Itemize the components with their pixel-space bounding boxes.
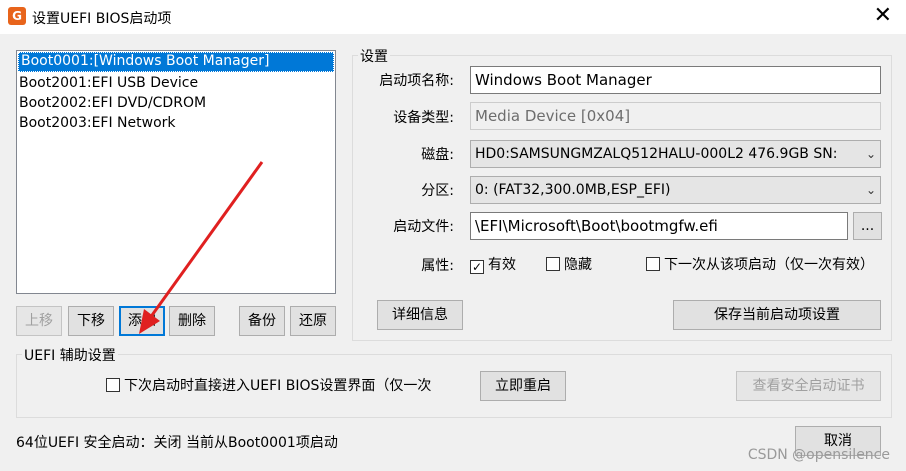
dialog-body: Boot0001:[Windows Boot Manager] Boot2001… (0, 34, 906, 471)
valid-checkbox-label: 有效 (488, 257, 516, 273)
enter-bios-checkbox[interactable]: 下次启动时直接进入UEFI BIOS设置界面（仅一次 (106, 376, 431, 396)
title-bar: G 设置UEFI BIOS启动项 ✕ (0, 0, 906, 34)
chevron-down-icon: ⌄ (865, 147, 876, 161)
delete-button[interactable]: 删除 (169, 306, 215, 336)
checkmark-icon: ✓ (470, 260, 484, 274)
move-up-button[interactable]: 上移 (16, 306, 62, 336)
add-button[interactable]: 添加 (119, 306, 165, 336)
browse-button[interactable]: ... (853, 212, 882, 240)
boot-file-label: 启动文件: (393, 219, 454, 235)
boot-name-label: 启动项名称: (379, 73, 454, 89)
device-type-field: Media Device [0x04] (470, 102, 881, 130)
restore-button[interactable]: 还原 (290, 306, 336, 336)
watermark: CSDN @opensilence (747, 447, 890, 463)
boot-entry-item[interactable]: Boot0001:[Windows Boot Manager] (18, 52, 334, 72)
disk-select-value: HD0:SAMSUNGMZALQ512HALU-000L2 476.9GB SN… (475, 146, 838, 162)
boot-entry-item[interactable]: Boot2003:EFI Network (17, 113, 335, 133)
details-button[interactable]: 详细信息 (377, 300, 463, 330)
status-text: 64位UEFI 安全启动：关闭 当前从Boot0001项启动 (16, 435, 338, 451)
attributes-label: 属性: (421, 258, 454, 274)
disk-select[interactable]: HD0:SAMSUNGMZALQ512HALU-000L2 476.9GB SN… (470, 140, 881, 168)
save-boot-entry-button[interactable]: 保存当前启动项设置 (673, 300, 881, 330)
disk-label: 磁盘: (421, 147, 454, 163)
move-down-button[interactable]: 下移 (68, 306, 114, 336)
uefi-aux-group-title: UEFI 辅助设置 (22, 345, 118, 365)
hidden-checkbox-label: 隐藏 (564, 257, 592, 273)
boot-entry-list[interactable]: Boot0001:[Windows Boot Manager] Boot2001… (16, 50, 336, 294)
boot-file-input[interactable]: \EFI\Microsoft\Boot\bootmgfw.efi (470, 212, 848, 240)
window-title: 设置UEFI BIOS启动项 (32, 11, 172, 27)
next-boot-once-label: 下一次从该项启动（仅一次有效） (664, 257, 874, 273)
valid-checkbox[interactable]: ✓ 有效 (470, 255, 516, 275)
close-icon[interactable]: ✕ (874, 4, 892, 28)
device-type-label: 设备类型: (393, 110, 454, 126)
partition-label: 分区: (421, 183, 454, 199)
settings-group-title: 设置 (358, 46, 390, 66)
view-secure-boot-cert-button[interactable]: 查看安全启动证书 (736, 371, 881, 401)
boot-entry-item[interactable]: Boot2002:EFI DVD/CDROM (17, 93, 335, 113)
backup-button[interactable]: 备份 (239, 306, 285, 336)
boot-name-input[interactable]: Windows Boot Manager (470, 66, 881, 94)
partition-select-value: 0: (FAT32,300.0MB,ESP_EFI) (475, 182, 671, 198)
hidden-checkbox[interactable]: 隐藏 (546, 255, 592, 275)
chevron-down-icon: ⌄ (865, 183, 876, 197)
partition-select[interactable]: 0: (FAT32,300.0MB,ESP_EFI) ⌄ (470, 176, 881, 204)
restart-now-button[interactable]: 立即重启 (480, 371, 566, 401)
next-boot-once-checkbox[interactable]: 下一次从该项启动（仅一次有效） (646, 255, 874, 275)
enter-bios-checkbox-label: 下次启动时直接进入UEFI BIOS设置界面（仅一次 (124, 378, 432, 394)
app-icon: G (8, 7, 26, 25)
boot-entry-item[interactable]: Boot2001:EFI USB Device (17, 73, 335, 93)
